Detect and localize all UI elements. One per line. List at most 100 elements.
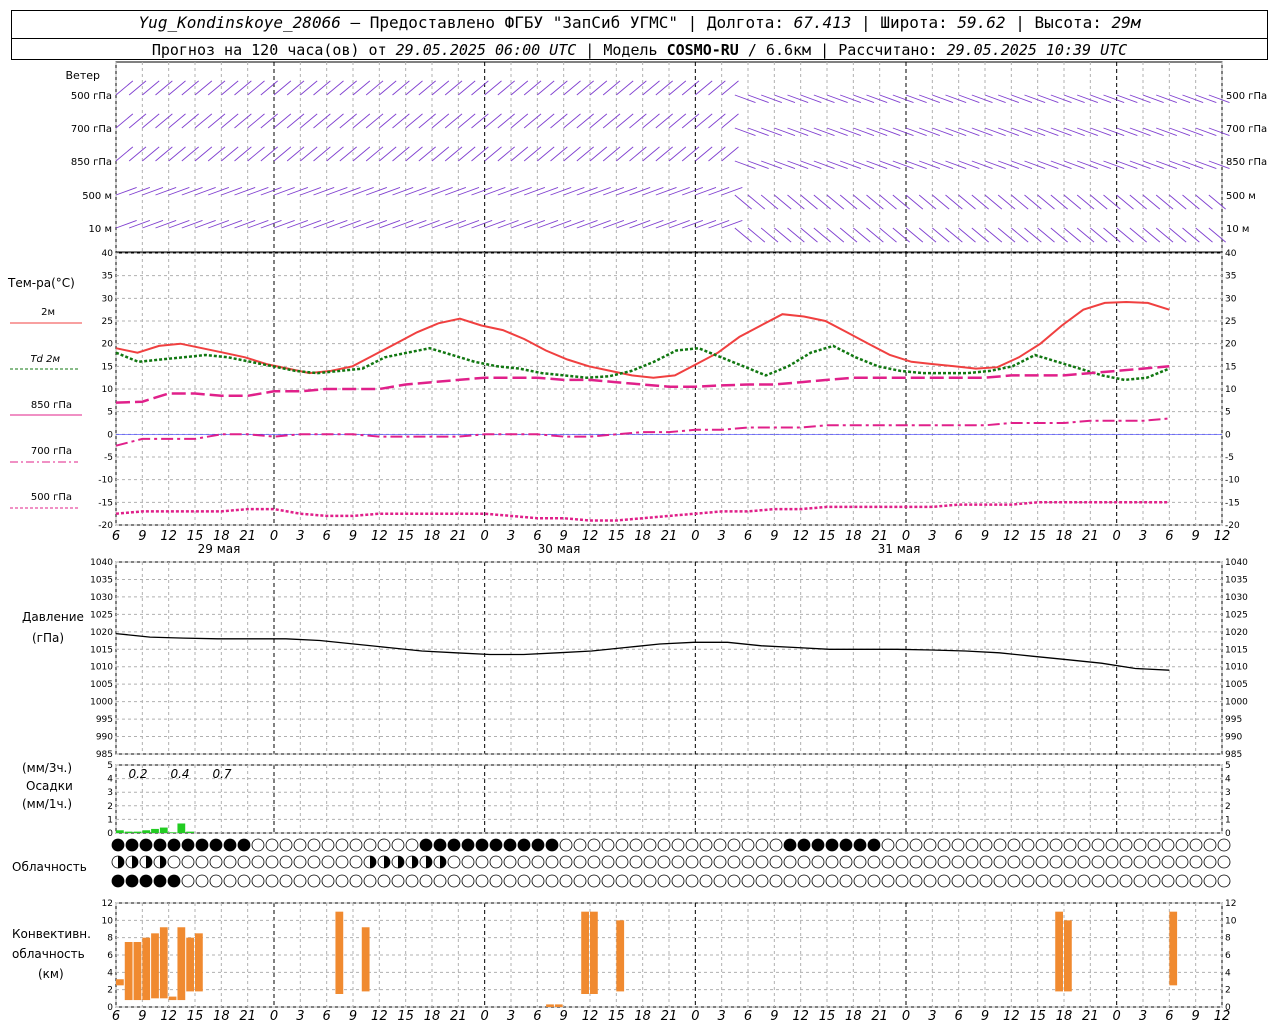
- bottom-xtick: 21: [871, 1009, 888, 1024]
- temp-xtick: 15: [1029, 529, 1046, 544]
- cloud-symbol: [895, 874, 909, 888]
- cloud-symbol: [685, 855, 699, 869]
- cloud-symbol: [825, 855, 839, 869]
- temp-ytick-left: 25: [102, 317, 113, 327]
- cloud-symbol: [531, 855, 545, 869]
- temp-xtick: 12: [160, 529, 177, 544]
- wind-barb: [392, 80, 410, 96]
- cloud-symbol: [1077, 855, 1091, 869]
- cloud-symbol: [587, 855, 601, 869]
- wind-barb: [207, 80, 226, 96]
- wind-barb: [1103, 194, 1121, 210]
- meteogram: -20 -20-15 -15-10 -10-5 -50 05 510 1015 1520 2025…: [7, 61, 1267, 1024]
- wind-barb: [1076, 194, 1095, 210]
- wind-barb: [510, 80, 529, 96]
- precip-bar: [168, 832, 177, 833]
- wind-barb: [655, 113, 673, 129]
- cloud-symbol: [1119, 838, 1133, 852]
- wind-barb: [418, 80, 436, 96]
- precip-annot-1: 0.2: [128, 767, 147, 781]
- wind-barbs: [115, 80, 1230, 243]
- wind-barb: [155, 146, 173, 162]
- bottom-xtick: 12: [792, 1009, 809, 1024]
- temp-ytick-left: -10: [98, 476, 113, 486]
- cloud-symbol: [559, 874, 573, 888]
- wind-barb: [984, 227, 1003, 243]
- wind-level-500hpa-r: 500 гПа: [1226, 91, 1267, 102]
- pressure-unit: (гПа): [32, 631, 64, 645]
- cloud-symbol: [1063, 838, 1077, 852]
- conv-bar: [142, 937, 151, 1001]
- cloud-symbol: [965, 874, 979, 888]
- temp-xtick: 9: [349, 529, 357, 544]
- wind-level-700hpa-r: 700 гПа: [1226, 124, 1267, 135]
- wind-barb: [576, 80, 594, 96]
- cloud-fill: [532, 839, 544, 851]
- temp-xtick: 9: [138, 529, 146, 544]
- cloud-symbol: [1007, 855, 1021, 869]
- cloud-symbol: [769, 838, 783, 852]
- wind-barb: [576, 146, 594, 162]
- temp-xtick: 21: [450, 529, 467, 544]
- temp-ytick-left: 0: [107, 430, 113, 440]
- date-30: 30 мая: [538, 542, 581, 556]
- cloud-symbol: [937, 838, 951, 852]
- conv-bar: [195, 933, 203, 992]
- wind-barb: [339, 146, 357, 162]
- cloud-symbol: [573, 855, 587, 869]
- wind-barb: [655, 146, 673, 162]
- wind-barb: [774, 194, 792, 210]
- temp-ytick-left: 40: [102, 249, 114, 259]
- precip-ytick-right: 0: [1225, 829, 1231, 839]
- cloud-symbol: [713, 855, 727, 869]
- cloud-symbol: [559, 855, 573, 869]
- cloud-symbol: [615, 838, 629, 852]
- cloud-symbols: [111, 838, 1231, 888]
- pressure-ytick-left: 990: [96, 733, 113, 743]
- wind-barb: [1090, 194, 1108, 210]
- cloud-symbol: [1021, 838, 1035, 852]
- cloud-symbol: [937, 874, 951, 888]
- conv-ytick-left: 10: [102, 916, 114, 926]
- cloud-symbol: [1063, 874, 1077, 888]
- cloud-symbol: [181, 874, 195, 888]
- bottom-xtick: 18: [213, 1009, 230, 1024]
- cloud-symbol: [195, 874, 209, 888]
- temp-xtick: 3: [296, 529, 304, 544]
- wind-barb: [642, 146, 660, 162]
- cloud-symbol: [307, 874, 321, 888]
- wind-barb: [800, 227, 818, 243]
- cloud-fill-half: [440, 856, 446, 868]
- conv-bar: [168, 996, 177, 1001]
- wind-barb: [1090, 227, 1108, 243]
- wind-barb: [155, 113, 173, 129]
- cloud-symbol: [195, 855, 209, 869]
- temp-xtick: 18: [424, 529, 441, 544]
- wind-level-850hpa-r: 850 гПа: [1226, 157, 1267, 168]
- precip-bar: [159, 827, 168, 833]
- precip-ytick-left: 5: [107, 761, 113, 771]
- wind-barb: [273, 146, 292, 162]
- wind-barb: [142, 113, 160, 129]
- bottom-xtick: 15: [187, 1009, 204, 1024]
- precip-bar: [124, 831, 133, 833]
- wind-barb: [510, 146, 529, 162]
- wind-barb: [300, 146, 318, 162]
- legend-2m: 2м: [41, 307, 55, 318]
- cloud-symbol: [181, 855, 195, 869]
- wind-barb: [326, 146, 344, 162]
- temp-xtick: 6: [112, 529, 120, 544]
- precip-annot-2: 0.4: [170, 767, 189, 781]
- temp-ytick-right: 40: [1225, 249, 1237, 259]
- wind-barb: [365, 80, 384, 96]
- cloud-symbol: [1021, 855, 1035, 869]
- bottom-xtick: 3: [296, 1009, 304, 1024]
- cloud-fill: [546, 839, 558, 851]
- cloud-symbol: [601, 874, 615, 888]
- cloud-fill: [126, 839, 138, 851]
- precip-bar: [186, 831, 194, 833]
- conv-bar: [159, 927, 168, 999]
- cloud-symbol: [321, 838, 335, 852]
- wind-barb: [207, 113, 226, 129]
- cloud-symbol: [979, 838, 993, 852]
